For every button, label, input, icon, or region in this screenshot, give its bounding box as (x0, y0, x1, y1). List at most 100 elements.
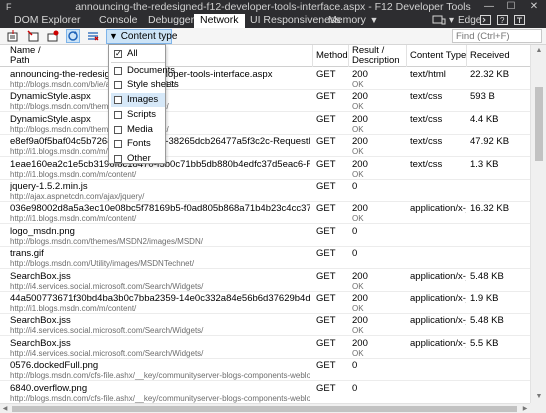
scroll-down-arrow-icon[interactable]: ▼ (531, 391, 546, 403)
table-row[interactable]: logo_msdn.png http://blogs.msdn.com/theme… (0, 225, 530, 247)
content-type-option[interactable]: Fonts (111, 137, 165, 151)
table-row[interactable]: SearchBox.jss http://i4.services.social.m… (0, 270, 530, 292)
content-type-option[interactable]: Scripts (111, 108, 165, 122)
request-method: GET (316, 337, 336, 349)
grid-header: Name / Path Method Result / Description … (0, 45, 530, 67)
always-refresh-icon[interactable] (66, 29, 80, 43)
request-result: 200 (352, 113, 368, 125)
horizontal-scrollbar[interactable]: ◀ ▶ (0, 403, 530, 413)
horizontal-scroll-thumb[interactable] (12, 406, 517, 412)
request-received: 1.3 KB (470, 158, 499, 170)
table-row[interactable]: DynamicStyle.aspx http://blogs.msdn.com/t… (0, 113, 530, 135)
column-divider[interactable] (466, 45, 467, 67)
request-result-cell: 200 OK (352, 271, 406, 291)
request-result-cell: 0 (352, 226, 406, 237)
scroll-up-arrow-icon[interactable]: ▲ (531, 45, 546, 57)
help-icon[interactable]: ? (497, 14, 509, 28)
request-content-type-cell: application/x-ja... (410, 293, 466, 304)
checkbox-icon[interactable] (114, 140, 122, 149)
table-row[interactable]: SearchBox.jss http://i4.services.social.m… (0, 314, 530, 337)
checkbox-icon[interactable] (114, 66, 122, 75)
content-type-option[interactable]: Style sheets (111, 78, 179, 92)
checkbox-icon[interactable] (114, 81, 122, 90)
content-type-option[interactable]: ✓ All (111, 47, 165, 61)
checkbox-icon[interactable] (114, 125, 122, 134)
request-description: OK (352, 326, 364, 336)
column-header-method[interactable]: Method (316, 51, 348, 61)
request-path: http://blogs.msdn.com/Utility/images/MSD… (10, 259, 195, 269)
request-method: GET (316, 203, 336, 215)
scroll-left-arrow-icon[interactable]: ◀ (0, 404, 10, 413)
stop-recording-icon[interactable] (46, 29, 60, 43)
table-row[interactable]: 6840.overflow.png http://blogs.msdn.com/c… (0, 382, 530, 403)
request-result: 0 (352, 181, 358, 192)
column-divider[interactable] (348, 45, 349, 67)
table-row[interactable]: trans.gif http://blogs.msdn.com/Utility/i… (0, 247, 530, 270)
close-button[interactable]: ✕ (523, 0, 545, 14)
request-method-cell: GET (316, 248, 346, 259)
vertical-scroll-thumb[interactable] (535, 87, 543, 161)
export-har-icon[interactable] (6, 29, 20, 43)
column-header-result[interactable]: Result / Description (352, 46, 400, 66)
request-method-cell: GET (316, 69, 346, 80)
request-name: SearchBox.jss (10, 337, 71, 349)
column-header-received[interactable]: Received (470, 51, 510, 61)
content-type-option-label: Other (127, 152, 151, 164)
more-tabs-chevron-icon[interactable]: ▼ (367, 14, 381, 28)
table-row[interactable]: SearchBox.jss http://i4.services.social.m… (0, 337, 530, 359)
request-method: GET (316, 69, 336, 80)
minimize-button[interactable]: — (478, 0, 500, 14)
network-summary-grid: Name / Path Method Result / Description … (0, 45, 530, 403)
column-divider[interactable] (312, 45, 313, 67)
content-type-option[interactable]: Documents (111, 64, 175, 78)
content-type-option[interactable]: Media (111, 123, 165, 137)
scroll-right-arrow-icon[interactable]: ▶ (520, 404, 530, 413)
table-row[interactable]: 44a500773671f30bd4ba3b0c7bba2359-14e0c33… (0, 292, 530, 314)
checkbox-checked-icon[interactable]: ✓ (114, 50, 122, 58)
request-result-cell: 200 OK (352, 203, 406, 223)
request-description: OK (352, 147, 364, 157)
device-emulation-icon[interactable] (432, 14, 446, 28)
clear-session-icon[interactable] (26, 29, 40, 43)
maximize-button[interactable]: ☐ (500, 0, 522, 14)
browser-mode-label[interactable]: Edge (458, 14, 481, 28)
request-received-cell: 5.5 KB (470, 338, 528, 349)
find-input[interactable] (452, 29, 542, 43)
request-content-type: text/html (410, 69, 446, 80)
request-received-cell: 1.3 KB (470, 159, 528, 170)
column-header-content-type[interactable]: Content Type (410, 51, 466, 61)
tab-memory[interactable]: Memory (322, 14, 372, 28)
checkbox-icon[interactable] (114, 110, 122, 119)
vertical-scrollbar[interactable]: ▲ ▼ (530, 45, 546, 403)
tab-dom-explorer[interactable]: DOM Explorer (8, 14, 87, 28)
request-result: 200 (352, 315, 368, 327)
content-type-option[interactable]: Images (111, 93, 165, 108)
request-result-cell: 200 OK (352, 315, 406, 335)
tab-debugger[interactable]: Debugger (142, 14, 200, 28)
column-divider[interactable] (406, 45, 407, 67)
checkbox-icon[interactable] (114, 154, 122, 163)
chevron-down-icon[interactable]: ▾ (449, 14, 454, 28)
clear-entries-icon[interactable] (86, 29, 100, 43)
content-type-filter-button[interactable]: ▼ Content type (106, 29, 177, 44)
table-row[interactable]: DynamicStyle.aspx http://blogs.msdn.com/t… (0, 90, 530, 113)
request-method-cell: GET (316, 114, 346, 125)
request-received-cell: 5.48 KB (470, 271, 528, 282)
content-type-option-label: Scripts (127, 108, 157, 120)
request-received: 5.5 KB (470, 337, 499, 349)
request-received-cell: 5.48 KB (470, 315, 528, 326)
table-row[interactable]: 036e98002d8a5a3ec10e08bc5f78169b5-f0ad80… (0, 202, 530, 225)
console-toggle-icon[interactable] (480, 14, 492, 28)
table-row[interactable]: jquery-1.5.2.min.js http://ajax.aspnetcdn… (0, 180, 530, 202)
request-result: 200 (352, 203, 368, 215)
pin-icon[interactable] (514, 14, 526, 28)
tab-network[interactable]: Network (194, 14, 245, 28)
table-row[interactable]: 1eae160ea2c1e5cb3196f8c18470-f5b0c71bb5d… (0, 158, 530, 180)
table-row[interactable]: 0576.dockedFull.png http://blogs.msdn.com… (0, 359, 530, 382)
tab-console[interactable]: Console (93, 14, 144, 28)
checkbox-icon[interactable] (114, 96, 122, 105)
column-header-name[interactable]: Name / Path (10, 46, 41, 66)
table-row[interactable]: announcing-the-redesigned-f12-developer-… (0, 68, 530, 90)
table-row[interactable]: e8ef9a0f5baf04c5b7268985be4b1b6-38265dcb… (0, 135, 530, 158)
content-type-option[interactable]: Other (111, 152, 165, 166)
